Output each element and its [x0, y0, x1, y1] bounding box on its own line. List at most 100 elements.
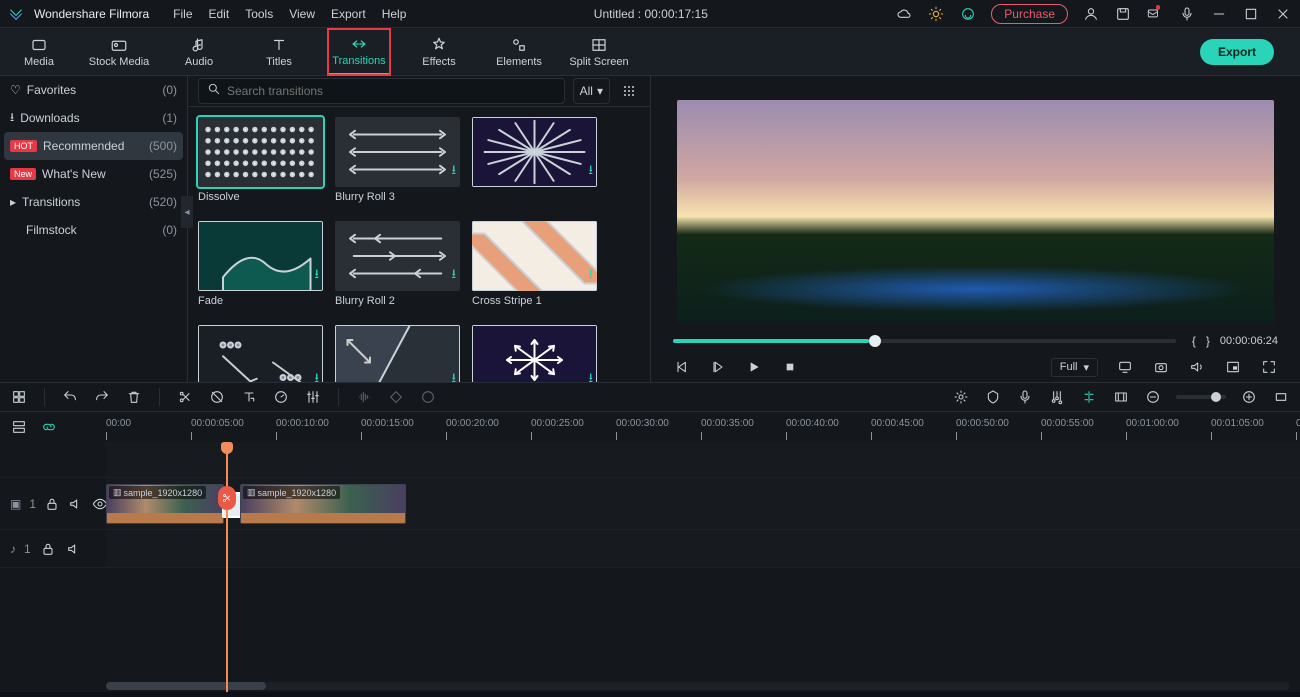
play-back-icon[interactable]	[709, 358, 727, 376]
time-ruler[interactable]: 00:0000:00:05:0000:00:10:0000:00:15:0000…	[106, 412, 1300, 442]
sidebar-item-downloads[interactable]: ⭳Downloads (1)	[0, 104, 187, 132]
transition-card[interactable]: ⭳Blurry Roll 3	[335, 117, 460, 203]
transition-card[interactable]: Dissolve	[198, 117, 323, 203]
menu-view[interactable]: View	[289, 7, 315, 21]
download-icon[interactable]: ⭳	[588, 161, 593, 183]
bracket-in-icon[interactable]: {	[1192, 334, 1196, 348]
save-icon[interactable]	[1114, 5, 1132, 23]
download-icon[interactable]: ⭳	[588, 265, 593, 287]
download-icon[interactable]: ⭳	[451, 161, 456, 183]
download-icon[interactable]: ⭳	[451, 265, 456, 287]
tips-icon[interactable]	[927, 5, 945, 23]
filter-dropdown[interactable]: All ▾	[573, 78, 610, 104]
transition-thumb[interactable]: ⭳	[472, 325, 597, 382]
tab-titles[interactable]: Titles	[248, 29, 310, 75]
scrollbar-thumb[interactable]	[106, 682, 266, 690]
cloud-icon[interactable]	[895, 5, 913, 23]
sidebar-item-whats-new[interactable]: NewWhat's New (525)	[0, 160, 187, 188]
playhead[interactable]	[226, 442, 228, 692]
zoom-out-icon[interactable]	[1144, 388, 1162, 406]
transition-thumb[interactable]: ⭳	[472, 117, 597, 187]
timeline-scrollbar[interactable]	[106, 682, 1290, 690]
link-icon[interactable]	[40, 418, 58, 436]
split-marker-icon[interactable]	[218, 486, 236, 510]
download-icon[interactable]: ⭳	[451, 369, 456, 382]
undo-icon[interactable]	[61, 388, 79, 406]
voiceover-icon[interactable]	[1016, 388, 1034, 406]
message-icon[interactable]	[1146, 5, 1164, 23]
menu-export[interactable]: Export	[331, 7, 366, 21]
tab-media[interactable]: Media	[8, 29, 70, 75]
transition-thumb[interactable]: ⭳	[472, 221, 597, 291]
transition-card[interactable]: ⭳	[198, 325, 323, 382]
volume-icon[interactable]	[1188, 358, 1206, 376]
support-icon[interactable]	[959, 5, 977, 23]
sidebar-item-favorites[interactable]: ♡Favorites (0)	[0, 76, 187, 104]
split-icon[interactable]	[176, 388, 194, 406]
zoom-thumb[interactable]	[1211, 392, 1221, 402]
minimize-icon[interactable]	[1210, 5, 1228, 23]
tab-audio[interactable]: Audio	[168, 29, 230, 75]
account-icon[interactable]	[1082, 5, 1100, 23]
transition-card[interactable]: ⭳	[472, 325, 597, 382]
maximize-icon[interactable]	[1242, 5, 1260, 23]
preview-viewport[interactable]	[677, 100, 1274, 324]
scrubber-thumb[interactable]	[869, 335, 881, 347]
ratio-icon[interactable]	[1112, 388, 1130, 406]
tab-effects[interactable]: Effects	[408, 29, 470, 75]
lock-icon[interactable]	[39, 540, 57, 558]
sidebar-item-transitions[interactable]: ▸Transitions (520)	[0, 188, 187, 216]
clip-2[interactable]: ▥sample_1920x1280	[240, 484, 406, 524]
quality-dropdown[interactable]: Full▾	[1051, 358, 1098, 377]
menu-tools[interactable]: Tools	[245, 7, 273, 21]
transition-thumb[interactable]: ⭳	[335, 117, 460, 187]
crop-icon[interactable]	[208, 388, 226, 406]
mic-icon[interactable]	[1178, 5, 1196, 23]
snapshot-icon[interactable]	[1152, 358, 1170, 376]
layout-icon[interactable]	[10, 388, 28, 406]
speed-icon[interactable]	[272, 388, 290, 406]
transition-thumb[interactable]: ⭳	[198, 325, 323, 382]
adjust-icon[interactable]	[304, 388, 322, 406]
mute-icon[interactable]	[68, 495, 84, 513]
track-manager-icon[interactable]	[10, 418, 28, 436]
fullscreen-icon[interactable]	[1260, 358, 1278, 376]
display-icon[interactable]	[1116, 358, 1134, 376]
transition-thumb[interactable]: ⭳	[335, 221, 460, 291]
transition-card[interactable]: ⭳Cross Stripe 1	[472, 221, 597, 307]
menu-file[interactable]: File	[173, 7, 192, 21]
sidebar-item-recommended[interactable]: HOTRecommended (500)	[4, 132, 183, 160]
transition-card[interactable]: ⭳	[472, 117, 597, 203]
tab-elements[interactable]: Elements	[488, 29, 550, 75]
sidebar-item-filmstock[interactable]: Filmstock (0)	[0, 216, 187, 244]
zoom-fit-icon[interactable]	[1272, 388, 1290, 406]
tab-transitions[interactable]: Transitions	[328, 29, 390, 75]
zoom-slider[interactable]	[1176, 395, 1226, 399]
download-icon[interactable]: ⭳	[588, 369, 593, 382]
grid-view-icon[interactable]	[618, 80, 640, 102]
play-icon[interactable]	[745, 358, 763, 376]
zoom-in-icon[interactable]	[1240, 388, 1258, 406]
bracket-out-icon[interactable]: }	[1206, 334, 1210, 348]
transition-card[interactable]: ⭳	[335, 325, 460, 382]
enhance-icon[interactable]	[952, 388, 970, 406]
tab-stock-media[interactable]: Stock Media	[88, 29, 150, 75]
stop-icon[interactable]	[781, 358, 799, 376]
menu-edit[interactable]: Edit	[209, 7, 230, 21]
transition-card[interactable]: ⭳Blurry Roll 2	[335, 221, 460, 307]
video-track-lane[interactable]: ▥sample_1920x1280 ▥sample_1920x1280	[106, 478, 1300, 529]
scrubber-track[interactable]	[673, 339, 1176, 343]
lock-icon[interactable]	[44, 495, 60, 513]
marker-icon[interactable]	[984, 388, 1002, 406]
transition-thumb[interactable]	[198, 117, 323, 187]
purchase-button[interactable]: Purchase	[991, 4, 1068, 24]
download-icon[interactable]: ⭳	[314, 265, 319, 287]
collapse-sidebar-icon[interactable]: ◂	[181, 196, 193, 228]
clip-1[interactable]: ▥sample_1920x1280	[106, 484, 224, 524]
playhead-head-icon[interactable]	[221, 442, 233, 454]
mute-icon[interactable]	[65, 540, 83, 558]
search-input[interactable]	[227, 84, 556, 98]
download-icon[interactable]: ⭳	[314, 369, 319, 382]
audio-track-lane[interactable]	[106, 530, 1300, 567]
search-input-wrap[interactable]	[198, 78, 565, 104]
